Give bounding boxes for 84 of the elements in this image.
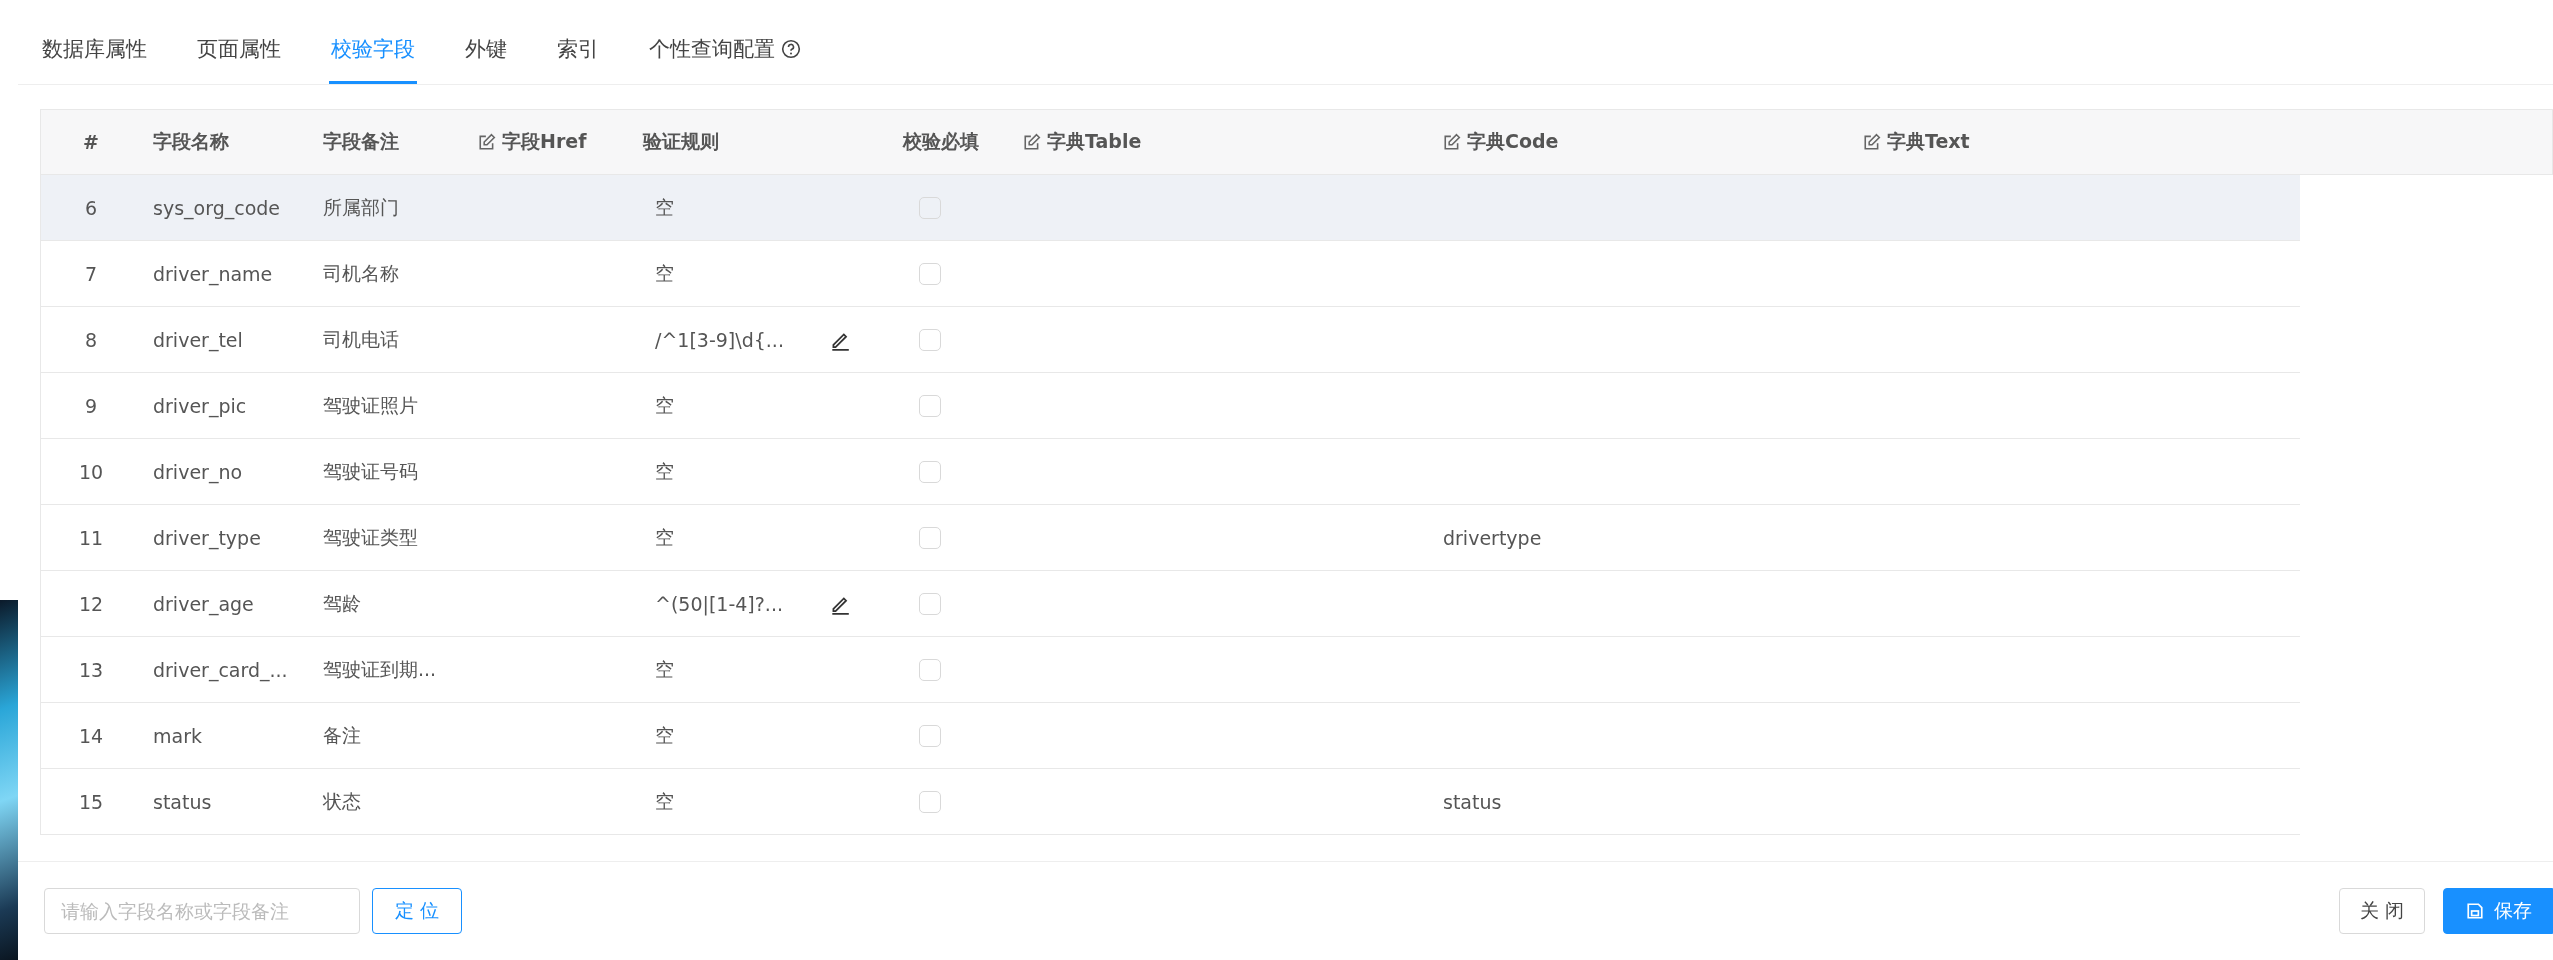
table-cell-text: driver_name (152, 262, 274, 285)
table-cell-text: 14 (77, 724, 105, 747)
checkbox[interactable] (919, 526, 941, 549)
table-cell-text: 10 (77, 460, 105, 483)
table-cell: drivertype (1443, 526, 1542, 549)
edit-icon[interactable] (1023, 133, 1041, 151)
table-cell-text: 11 (77, 526, 105, 549)
column-header: 验证规则 (643, 129, 719, 154)
tab[interactable]: 数据库属性 (40, 35, 149, 84)
table-cell-text: 空 (655, 656, 674, 682)
table-cell-text: driver_age (152, 592, 255, 615)
table-cell-text: 空 (655, 524, 674, 550)
close-button[interactable]: 关 闭 (2338, 888, 2425, 934)
table-cell-text: 15 (77, 790, 105, 813)
checkbox[interactable] (919, 724, 941, 747)
table-cell-text: driver_tel (152, 328, 244, 351)
table-cell-text: 驾驶证照片 (322, 392, 419, 418)
table-cell: ^(50|[1-4]?... (655, 592, 783, 615)
column-header: 校验必填 (903, 129, 979, 154)
edit-icon[interactable] (1863, 133, 1881, 151)
table-cell-text: driver_type (152, 526, 262, 549)
table-cell-text: 驾驶证号码 (322, 458, 419, 484)
edit-icon[interactable] (478, 133, 496, 151)
table-cell-text: 空 (655, 458, 674, 484)
table-cell-text: mark (152, 724, 203, 747)
checkbox[interactable] (919, 394, 941, 417)
column-header: # (83, 131, 99, 153)
table-cell-text: 空 (655, 392, 674, 418)
table-cell-text: 状态 (322, 788, 362, 814)
table-cell-text: 9 (83, 394, 99, 417)
table-cell-text: 8 (83, 328, 99, 351)
table-cell-text: driver_no (152, 460, 244, 483)
table-row[interactable]: 6 sys_org_code 所属部门 空 (40, 175, 2300, 241)
table-cell-text: driver_card_... (152, 658, 289, 681)
table-cell-text: 驾驶证到期... (322, 656, 438, 682)
table-cell-text: 空 (655, 194, 674, 220)
table-cell-text: 12 (77, 592, 105, 615)
column-header: 字段备注 (323, 129, 399, 154)
table-row[interactable]: 10 driver_no 驾驶证号码 空 (40, 439, 2300, 505)
table-cell-text: 驾驶证类型 (322, 524, 419, 550)
table-row[interactable]: 11 driver_type 驾驶证类型 空 drivertype (40, 505, 2300, 571)
table-row[interactable]: 7 driver_name 司机名称 空 (40, 241, 2300, 307)
checkbox[interactable] (919, 790, 941, 813)
table-cell-text: 13 (77, 658, 105, 681)
checkbox[interactable] (919, 262, 941, 285)
help-icon[interactable] (781, 39, 801, 59)
checkbox[interactable] (919, 328, 941, 351)
table-cell-text: 司机电话 (322, 326, 400, 352)
tab[interactable]: 外键 (463, 35, 509, 84)
table-cell: /^1[3-9]\d{... (655, 328, 784, 351)
column-header: 字典Text (1887, 129, 1970, 154)
column-header: 字段Href (502, 129, 587, 154)
table-row[interactable]: 8 driver_tel 司机电话 /^1[3-9]\d{... (40, 307, 2300, 373)
column-header: 字典Table (1047, 129, 1142, 154)
table-row[interactable]: 12 driver_age 驾龄 ^(50|[1-4]?... (40, 571, 2300, 637)
tab[interactable]: 页面属性 (195, 35, 283, 84)
table-row[interactable]: 13 driver_card_... 驾驶证到期... 空 (40, 637, 2300, 703)
table-cell-text: sys_org_code (152, 196, 282, 219)
table-cell-text: 空 (655, 788, 674, 814)
table-cell-text: 6 (83, 196, 99, 219)
table-cell: status (1443, 790, 1502, 813)
tab[interactable]: 个性查询配置 (647, 35, 803, 84)
table-row[interactable]: 9 driver_pic 驾驶证照片 空 (40, 373, 2300, 439)
checkbox[interactable] (919, 592, 941, 615)
checkbox[interactable] (919, 658, 941, 681)
table-cell-text: 空 (655, 722, 674, 748)
table-cell-text: 7 (83, 262, 99, 285)
table-cell-text: driver_pic (152, 394, 248, 417)
table-cell-text: 备注 (322, 722, 362, 748)
column-header: 字段名称 (153, 129, 229, 154)
table-row[interactable]: 15 status 状态 空 status (40, 769, 2300, 835)
column-header: 字典Code (1467, 129, 1559, 154)
tab[interactable]: 索引 (555, 35, 601, 84)
search-field[interactable]: 请输入字段名称或字段备注 (44, 888, 360, 934)
checkbox[interactable] (919, 196, 941, 219)
table-cell-text: status (152, 790, 213, 813)
table-row[interactable]: 14 mark 备注 空 (40, 703, 2300, 769)
checkbox[interactable] (919, 460, 941, 483)
table-cell-text: 驾龄 (322, 590, 362, 616)
table-cell-text: 所属部门 (322, 194, 400, 220)
edit-icon[interactable] (1443, 133, 1461, 151)
table-cell-text: 空 (655, 260, 674, 286)
save-icon (2466, 902, 2484, 920)
table-cell-text: 司机名称 (322, 260, 400, 286)
